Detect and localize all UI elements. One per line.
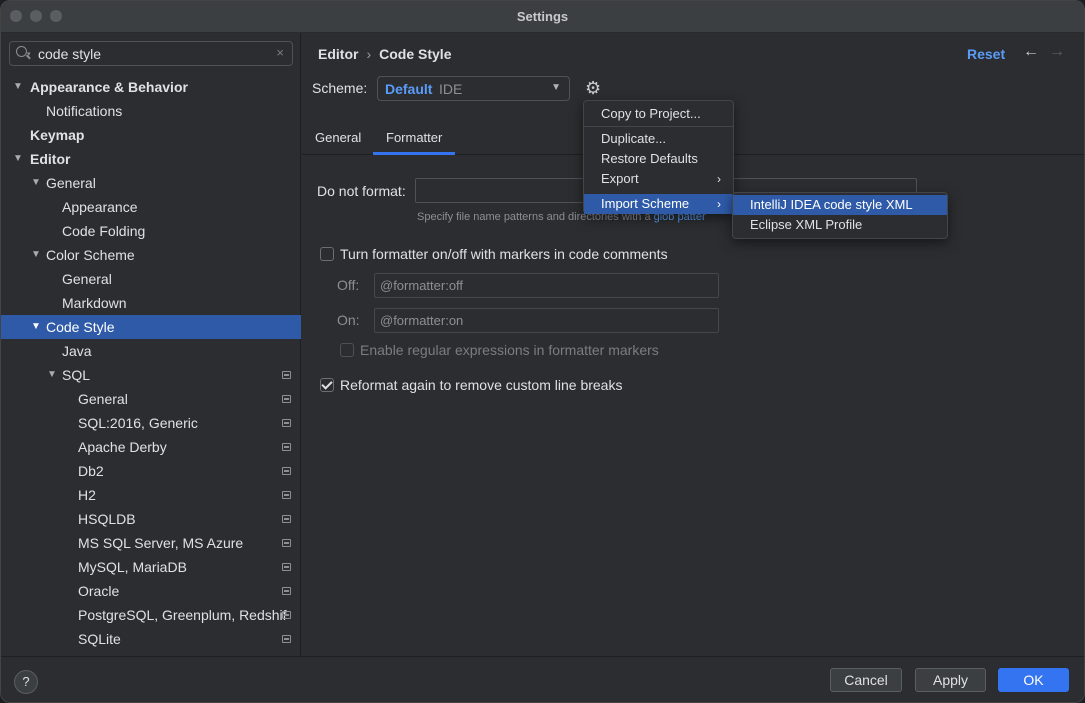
reset-link[interactable]: Reset: [967, 46, 1005, 62]
project-settings-icon: [282, 419, 291, 427]
tree-item-h2[interactable]: H2: [1, 483, 301, 507]
tree-item-java[interactable]: Java: [1, 339, 301, 363]
menu-item-export[interactable]: Export ›: [584, 169, 733, 189]
search-history-icon[interactable]: ▾: [27, 50, 31, 58]
regex-markers-label[interactable]: Enable regular expressions in formatter …: [360, 342, 659, 358]
off-marker-input[interactable]: @formatter:off: [374, 273, 719, 298]
scheme-dropdown[interactable]: Default IDE ▼: [377, 76, 570, 101]
menu-item-intellij-xml[interactable]: IntelliJ IDEA code style XML: [733, 195, 947, 215]
active-tab-indicator: [373, 152, 455, 155]
gear-icon[interactable]: ⚙: [585, 78, 601, 99]
search-icon: [16, 46, 27, 57]
menu-separator: [584, 126, 733, 127]
apply-button[interactable]: Apply: [915, 668, 986, 692]
chevron-down-icon[interactable]: ▼: [31, 243, 41, 267]
tree-item-sqlite[interactable]: SQLite: [1, 627, 301, 651]
submenu-arrow-icon: ›: [717, 172, 721, 186]
tree-item-code-style[interactable]: ▼ Code Style: [1, 315, 301, 339]
menu-item-import-scheme[interactable]: Import Scheme ›: [584, 194, 733, 214]
cancel-button[interactable]: Cancel: [830, 668, 902, 692]
tab-formatter[interactable]: Formatter: [386, 130, 442, 145]
scheme-name: Default: [385, 81, 433, 97]
tree-item-code-folding[interactable]: Code Folding: [1, 219, 301, 243]
tree-item-apache-derby[interactable]: Apache Derby: [1, 435, 301, 459]
chevron-down-icon[interactable]: ▼: [31, 171, 41, 195]
breadcrumb: Editor › Code Style: [318, 46, 451, 62]
chevron-down-icon[interactable]: ▼: [31, 315, 41, 339]
tree-item-editor[interactable]: ▼ Editor: [1, 147, 301, 171]
menu-item-eclipse-xml[interactable]: Eclipse XML Profile: [733, 215, 947, 235]
tree-item-mysql-mariadb[interactable]: MySQL, MariaDB: [1, 555, 301, 579]
project-settings-icon: [282, 371, 291, 379]
tree-item-sql2016-generic[interactable]: SQL:2016, Generic: [1, 411, 301, 435]
project-settings-icon: [282, 515, 291, 523]
project-settings-icon: [282, 395, 291, 403]
tree-item-appearance-behavior[interactable]: ▼ Appearance & Behavior: [1, 75, 301, 99]
title-bar: Settings: [1, 1, 1084, 33]
regex-markers-checkbox[interactable]: [340, 343, 354, 357]
tree-item-editor-general[interactable]: ▼ General: [1, 171, 301, 195]
chevron-down-icon[interactable]: ▼: [13, 75, 23, 99]
project-settings-icon: [282, 635, 291, 643]
do-not-format-label: Do not format:: [317, 183, 406, 199]
dropdown-arrow-icon: ▼: [551, 82, 561, 93]
menu-item-copy-to-project[interactable]: Copy to Project...: [584, 104, 733, 124]
clear-search-icon[interactable]: ×: [276, 45, 284, 60]
formatter-markers-label[interactable]: Turn formatter on/off with markers in co…: [340, 246, 668, 262]
settings-window: Settings ▾ code style × ▼ Appearance & B…: [0, 0, 1085, 703]
forward-arrow-icon[interactable]: →: [1049, 43, 1065, 61]
settings-sidebar: ▾ code style × ▼ Appearance & Behavior N…: [1, 33, 301, 656]
tree-item-postgresql[interactable]: PostgreSQL, Greenplum, Redshif: [1, 603, 301, 627]
project-settings-icon: [282, 611, 291, 619]
menu-item-duplicate[interactable]: Duplicate...: [584, 129, 733, 149]
tree-item-appearance[interactable]: Appearance: [1, 195, 301, 219]
back-arrow-icon[interactable]: ←: [1023, 43, 1039, 61]
tree-item-sql-general[interactable]: General: [1, 387, 301, 411]
menu-item-restore-defaults[interactable]: Restore Defaults: [584, 149, 733, 169]
reformat-again-checkbox[interactable]: [320, 378, 334, 392]
tree-item-color-scheme-general[interactable]: General: [1, 267, 301, 291]
project-settings-icon: [282, 467, 291, 475]
project-settings-icon: [282, 491, 291, 499]
submenu-arrow-icon: ›: [717, 197, 721, 211]
chevron-down-icon[interactable]: ▼: [13, 147, 23, 171]
scheme-label: Scheme:: [312, 80, 368, 96]
help-button[interactable]: ?: [14, 670, 38, 694]
tree-item-notifications[interactable]: Notifications: [1, 99, 301, 123]
scheme-actions-menu: Copy to Project... Duplicate... Restore …: [583, 100, 734, 214]
tree-item-keymap[interactable]: Keymap: [1, 123, 301, 147]
project-settings-icon: [282, 563, 291, 571]
ok-button[interactable]: OK: [998, 668, 1069, 692]
chevron-down-icon[interactable]: ▼: [47, 363, 57, 387]
project-settings-icon: [282, 587, 291, 595]
import-scheme-submenu: IntelliJ IDEA code style XML Eclipse XML…: [732, 192, 948, 239]
dialog-footer: ? Cancel Apply OK: [1, 656, 1084, 702]
scheme-kind: IDE: [439, 81, 463, 97]
tree-item-markdown[interactable]: Markdown: [1, 291, 301, 315]
tree-item-color-scheme[interactable]: ▼ Color Scheme: [1, 243, 301, 267]
search-value: code style: [38, 46, 102, 62]
tree-item-sql[interactable]: ▼ SQL: [1, 363, 301, 387]
reformat-again-label[interactable]: Reformat again to remove custom line bre…: [340, 377, 622, 393]
project-settings-icon: [282, 443, 291, 451]
breadcrumb-separator: ›: [366, 46, 372, 62]
on-marker-input[interactable]: @formatter:on: [374, 308, 719, 333]
tree-item-oracle[interactable]: Oracle: [1, 579, 301, 603]
tab-general[interactable]: General: [315, 130, 361, 145]
off-marker-label: Off:: [337, 277, 360, 293]
tree-item-ms-sql-server[interactable]: MS SQL Server, MS Azure: [1, 531, 301, 555]
window-title: Settings: [516, 9, 569, 24]
tree-item-hsqldb[interactable]: HSQLDB: [1, 507, 301, 531]
formatter-markers-checkbox[interactable]: [320, 247, 334, 261]
on-marker-label: On:: [337, 312, 360, 328]
settings-search-input[interactable]: ▾ code style ×: [9, 41, 293, 66]
breadcrumb-code-style: Code Style: [379, 46, 452, 62]
breadcrumb-editor[interactable]: Editor: [318, 46, 358, 62]
project-settings-icon: [282, 539, 291, 547]
tree-item-db2[interactable]: Db2: [1, 459, 301, 483]
